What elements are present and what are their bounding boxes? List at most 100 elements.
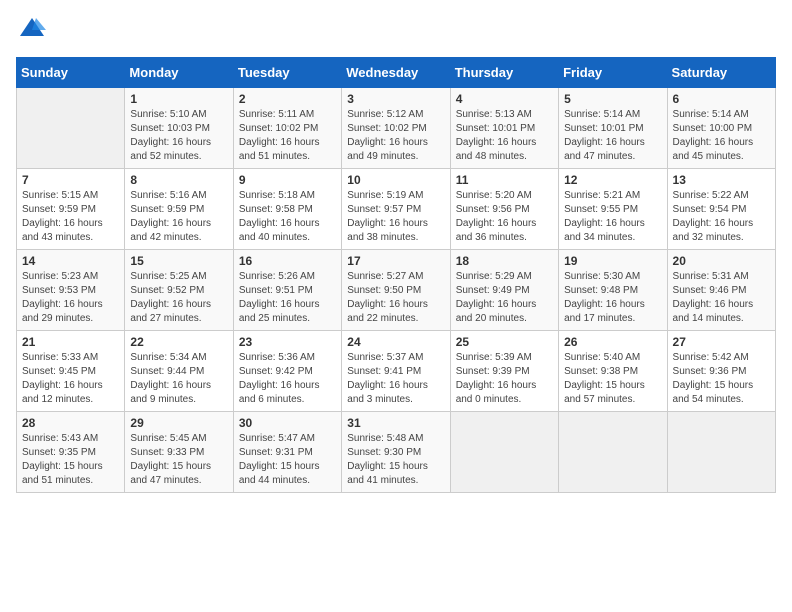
day-number: 7 — [22, 173, 119, 187]
day-number: 19 — [564, 254, 661, 268]
cell-info: Sunrise: 5:18 AMSunset: 9:58 PMDaylight:… — [239, 189, 336, 245]
calendar-cell: 12 Sunrise: 5:21 AMSunset: 9:55 PMDayligh… — [559, 169, 667, 250]
calendar-cell — [450, 412, 558, 493]
cell-info: Sunrise: 5:33 AMSunset: 9:45 PMDaylight:… — [22, 351, 119, 407]
day-number: 15 — [130, 254, 227, 268]
day-number: 25 — [456, 335, 553, 349]
cell-info: Sunrise: 5:48 AMSunset: 9:30 PMDaylight:… — [347, 432, 444, 488]
day-number: 8 — [130, 173, 227, 187]
calendar-cell: 17 Sunrise: 5:27 AMSunset: 9:50 PMDayligh… — [342, 250, 450, 331]
cell-info: Sunrise: 5:30 AMSunset: 9:48 PMDaylight:… — [564, 270, 661, 326]
calendar-cell — [667, 412, 775, 493]
calendar-cell: 7 Sunrise: 5:15 AMSunset: 9:59 PMDaylight… — [17, 169, 125, 250]
cell-info: Sunrise: 5:43 AMSunset: 9:35 PMDaylight:… — [22, 432, 119, 488]
day-number: 5 — [564, 92, 661, 106]
day-number: 10 — [347, 173, 444, 187]
day-number: 31 — [347, 416, 444, 430]
calendar-cell: 2 Sunrise: 5:11 AMSunset: 10:02 PMDayligh… — [233, 88, 341, 169]
calendar-cell: 27 Sunrise: 5:42 AMSunset: 9:36 PMDayligh… — [667, 331, 775, 412]
day-number: 9 — [239, 173, 336, 187]
calendar-cell: 29 Sunrise: 5:45 AMSunset: 9:33 PMDayligh… — [125, 412, 233, 493]
day-number: 6 — [673, 92, 770, 106]
cell-info: Sunrise: 5:11 AMSunset: 10:02 PMDaylight… — [239, 108, 336, 164]
calendar-header: SundayMondayTuesdayWednesdayThursdayFrid… — [17, 58, 776, 88]
day-header-wednesday: Wednesday — [342, 58, 450, 88]
day-number: 13 — [673, 173, 770, 187]
day-header-thursday: Thursday — [450, 58, 558, 88]
calendar-cell: 11Sunrise: 5:20 AMSunset: 9:56 PMDayligh… — [450, 169, 558, 250]
day-number: 29 — [130, 416, 227, 430]
calendar-week-3: 14 Sunrise: 5:23 AMSunset: 9:53 PMDayligh… — [17, 250, 776, 331]
day-header-tuesday: Tuesday — [233, 58, 341, 88]
cell-info: Sunrise: 5:20 AMSunset: 9:56 PMDaylight:… — [456, 189, 553, 245]
calendar-cell: 15 Sunrise: 5:25 AMSunset: 9:52 PMDayligh… — [125, 250, 233, 331]
logo-icon — [18, 16, 46, 44]
calendar-cell: 22 Sunrise: 5:34 AMSunset: 9:44 PMDayligh… — [125, 331, 233, 412]
logo — [16, 16, 46, 49]
day-number: 27 — [673, 335, 770, 349]
calendar-body: 1 Sunrise: 5:10 AMSunset: 10:03 PMDayligh… — [17, 88, 776, 493]
calendar-cell: 21 Sunrise: 5:33 AMSunset: 9:45 PMDayligh… — [17, 331, 125, 412]
calendar-cell: 26Sunrise: 5:40 AMSunset: 9:38 PMDayligh… — [559, 331, 667, 412]
day-number: 16 — [239, 254, 336, 268]
cell-info: Sunrise: 5:14 AMSunset: 10:00 PMDaylight… — [673, 108, 770, 164]
calendar-cell: 20Sunrise: 5:31 AMSunset: 9:46 PMDayligh… — [667, 250, 775, 331]
calendar-week-5: 28 Sunrise: 5:43 AMSunset: 9:35 PMDayligh… — [17, 412, 776, 493]
cell-info: Sunrise: 5:15 AMSunset: 9:59 PMDaylight:… — [22, 189, 119, 245]
cell-info: Sunrise: 5:34 AMSunset: 9:44 PMDaylight:… — [130, 351, 227, 407]
cell-info: Sunrise: 5:42 AMSunset: 9:36 PMDaylight:… — [673, 351, 770, 407]
day-number: 21 — [22, 335, 119, 349]
calendar-cell — [559, 412, 667, 493]
day-number: 18 — [456, 254, 553, 268]
calendar-cell: 13Sunrise: 5:22 AMSunset: 9:54 PMDayligh… — [667, 169, 775, 250]
day-number: 12 — [564, 173, 661, 187]
calendar-cell: 1 Sunrise: 5:10 AMSunset: 10:03 PMDayligh… — [125, 88, 233, 169]
calendar-cell: 31 Sunrise: 5:48 AMSunset: 9:30 PMDayligh… — [342, 412, 450, 493]
day-number: 22 — [130, 335, 227, 349]
cell-info: Sunrise: 5:23 AMSunset: 9:53 PMDaylight:… — [22, 270, 119, 326]
day-number: 24 — [347, 335, 444, 349]
calendar-cell: 30Sunrise: 5:47 AMSunset: 9:31 PMDayligh… — [233, 412, 341, 493]
day-number: 14 — [22, 254, 119, 268]
cell-info: Sunrise: 5:14 AMSunset: 10:01 PMDaylight… — [564, 108, 661, 164]
calendar-week-2: 7 Sunrise: 5:15 AMSunset: 9:59 PMDaylight… — [17, 169, 776, 250]
day-header-sunday: Sunday — [17, 58, 125, 88]
cell-info: Sunrise: 5:21 AMSunset: 9:55 PMDaylight:… — [564, 189, 661, 245]
cell-info: Sunrise: 5:19 AMSunset: 9:57 PMDaylight:… — [347, 189, 444, 245]
cell-info: Sunrise: 5:27 AMSunset: 9:50 PMDaylight:… — [347, 270, 444, 326]
cell-info: Sunrise: 5:40 AMSunset: 9:38 PMDaylight:… — [564, 351, 661, 407]
calendar-cell: 25 Sunrise: 5:39 AMSunset: 9:39 PMDayligh… — [450, 331, 558, 412]
cell-info: Sunrise: 5:45 AMSunset: 9:33 PMDaylight:… — [130, 432, 227, 488]
cell-info: Sunrise: 5:16 AMSunset: 9:59 PMDaylight:… — [130, 189, 227, 245]
calendar-cell: 4Sunrise: 5:13 AMSunset: 10:01 PMDayligh… — [450, 88, 558, 169]
cell-info: Sunrise: 5:10 AMSunset: 10:03 PMDaylight… — [130, 108, 227, 164]
day-header-friday: Friday — [559, 58, 667, 88]
day-header-saturday: Saturday — [667, 58, 775, 88]
calendar-cell: 6 Sunrise: 5:14 AMSunset: 10:00 PMDayligh… — [667, 88, 775, 169]
cell-info: Sunrise: 5:12 AMSunset: 10:02 PMDaylight… — [347, 108, 444, 164]
day-header-monday: Monday — [125, 58, 233, 88]
calendar-cell: 5 Sunrise: 5:14 AMSunset: 10:01 PMDayligh… — [559, 88, 667, 169]
cell-info: Sunrise: 5:47 AMSunset: 9:31 PMDaylight:… — [239, 432, 336, 488]
calendar-cell: 3 Sunrise: 5:12 AMSunset: 10:02 PMDayligh… — [342, 88, 450, 169]
calendar-cell: 24Sunrise: 5:37 AMSunset: 9:41 PMDayligh… — [342, 331, 450, 412]
day-number: 17 — [347, 254, 444, 268]
calendar-week-1: 1 Sunrise: 5:10 AMSunset: 10:03 PMDayligh… — [17, 88, 776, 169]
cell-info: Sunrise: 5:36 AMSunset: 9:42 PMDaylight:… — [239, 351, 336, 407]
calendar-table: SundayMondayTuesdayWednesdayThursdayFrid… — [16, 57, 776, 493]
page-header — [16, 16, 776, 49]
cell-info: Sunrise: 5:25 AMSunset: 9:52 PMDaylight:… — [130, 270, 227, 326]
day-number: 3 — [347, 92, 444, 106]
day-number: 4 — [456, 92, 553, 106]
cell-info: Sunrise: 5:29 AMSunset: 9:49 PMDaylight:… — [456, 270, 553, 326]
day-number: 1 — [130, 92, 227, 106]
calendar-cell: 8 Sunrise: 5:16 AMSunset: 9:59 PMDaylight… — [125, 169, 233, 250]
cell-info: Sunrise: 5:39 AMSunset: 9:39 PMDaylight:… — [456, 351, 553, 407]
calendar-cell: 16Sunrise: 5:26 AMSunset: 9:51 PMDayligh… — [233, 250, 341, 331]
logo-text — [16, 16, 46, 49]
day-number: 28 — [22, 416, 119, 430]
day-number: 2 — [239, 92, 336, 106]
calendar-cell: 14 Sunrise: 5:23 AMSunset: 9:53 PMDayligh… — [17, 250, 125, 331]
calendar-week-4: 21 Sunrise: 5:33 AMSunset: 9:45 PMDayligh… — [17, 331, 776, 412]
calendar-cell: 9 Sunrise: 5:18 AMSunset: 9:58 PMDaylight… — [233, 169, 341, 250]
